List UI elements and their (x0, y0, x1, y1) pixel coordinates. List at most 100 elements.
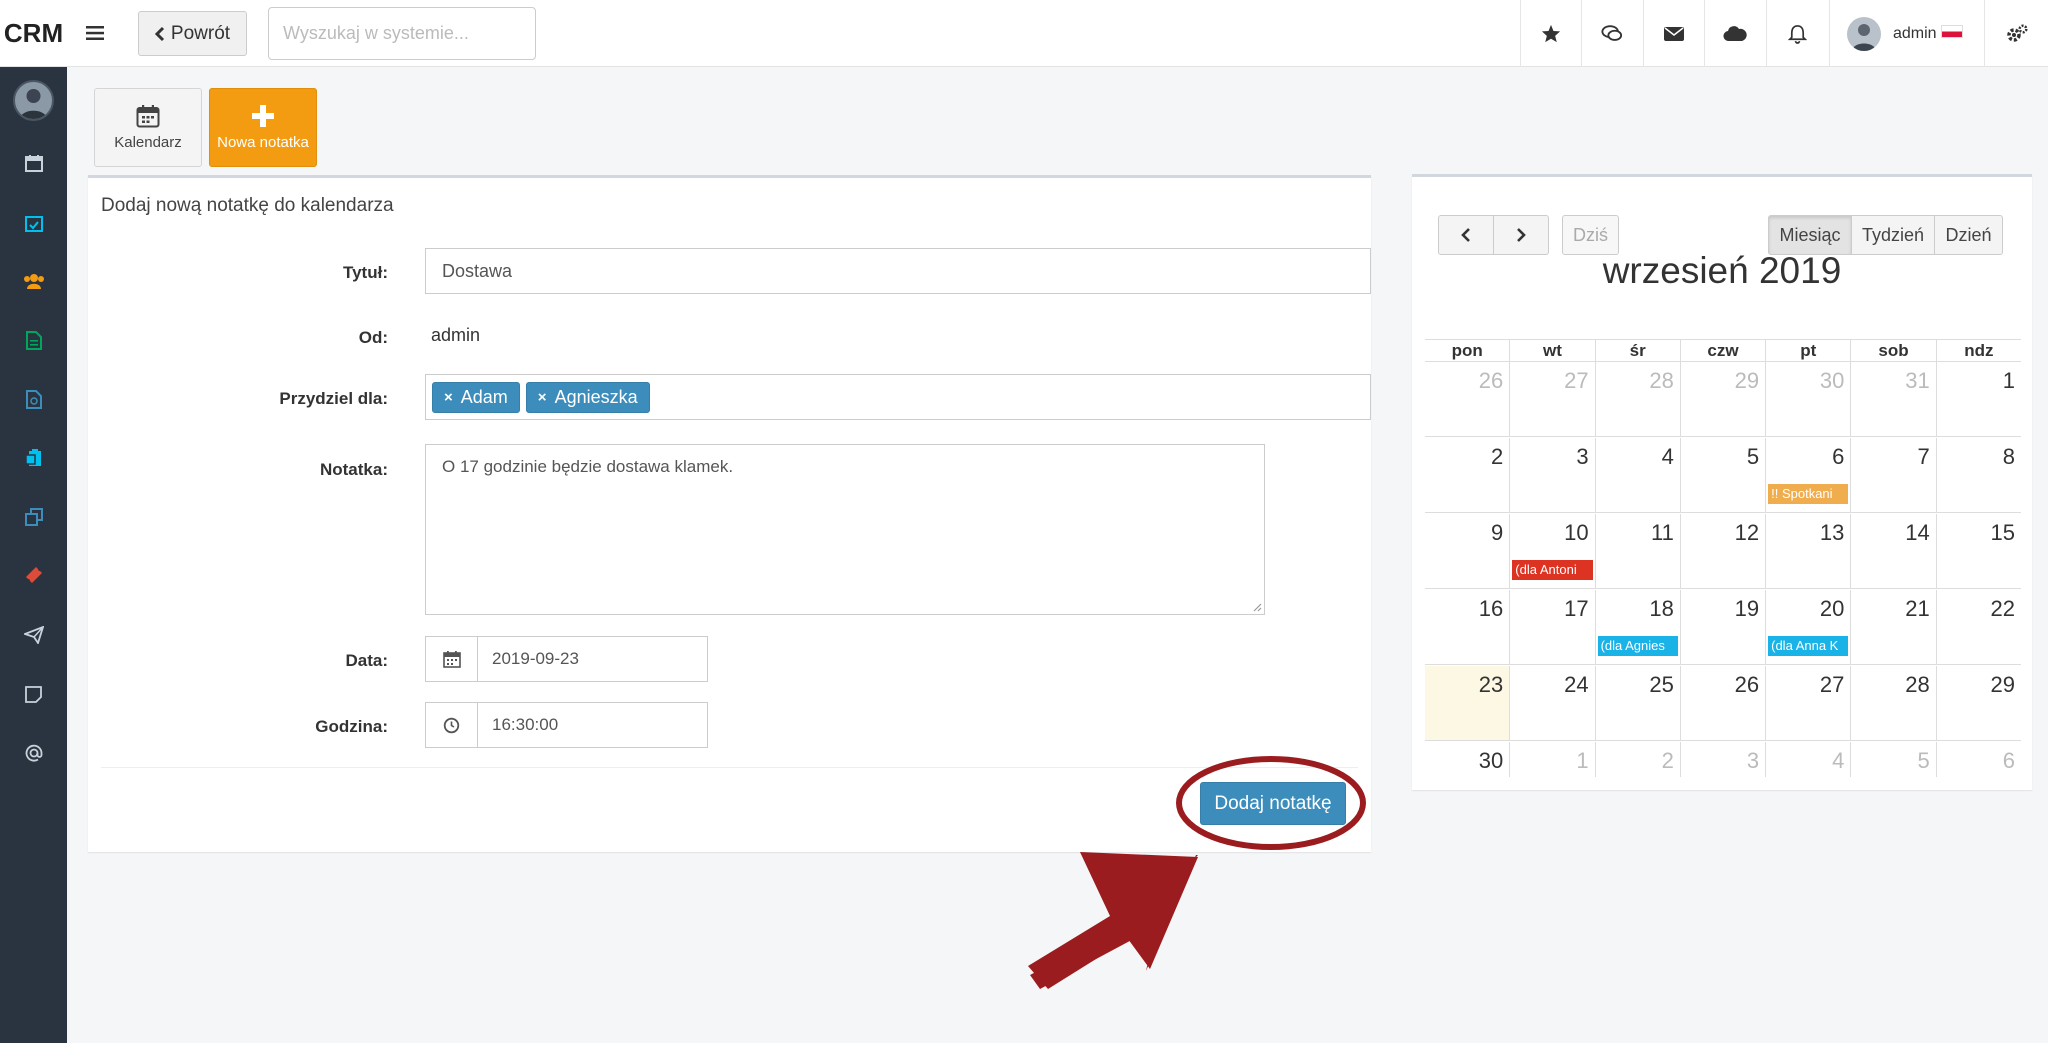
calendar-day[interactable]: 22 (1935, 590, 2021, 664)
calendar-day[interactable]: 2 (1594, 742, 1680, 777)
sidebar-clipboard-icon[interactable] (0, 435, 67, 479)
date-field[interactable]: 2019-09-23 (478, 637, 707, 681)
calendar-day[interactable]: 7 (1850, 438, 1935, 512)
sidebar-copy-icon[interactable] (0, 495, 67, 539)
calendar-day[interactable]: 13 (1765, 514, 1850, 588)
calendar-day[interactable]: 20 (dla Anna K (1765, 590, 1850, 664)
calendar-day[interactable]: 9 (1425, 514, 1509, 588)
calendar-day[interactable]: 29 (1679, 362, 1765, 436)
sidebar-calendar-icon[interactable] (0, 141, 67, 185)
time-field[interactable]: 16:30:00 (478, 703, 707, 747)
today-button[interactable]: Dziś (1562, 215, 1619, 255)
pointer-arrow-icon (1030, 855, 1198, 989)
calendar-day[interactable]: 6 (1935, 742, 2021, 777)
back-button[interactable]: Powrót (138, 11, 247, 56)
calendar-day[interactable]: 12 (1679, 514, 1765, 588)
sidebar-calendar-check-icon[interactable] (0, 201, 67, 245)
envelope-icon[interactable] (1643, 0, 1704, 67)
chat-icon[interactable] (1581, 0, 1642, 67)
calendar-day[interactable]: 8 (1935, 438, 2021, 512)
resize-handle-icon[interactable] (1252, 602, 1262, 612)
new-note-tile-button[interactable]: Nowa notatka (209, 88, 317, 167)
calendar-day[interactable]: 18 (dla Agnies (1594, 590, 1680, 664)
calendar-day[interactable]: 25 (1594, 666, 1680, 740)
calendar-day[interactable]: 19 (1679, 590, 1765, 664)
day-number: 22 (1990, 596, 2015, 621)
prev-month-button[interactable] (1438, 215, 1494, 255)
tag-remove-icon[interactable]: × (444, 389, 453, 406)
calendar-day[interactable]: 17 (1509, 590, 1594, 664)
calendar-day[interactable]: 28 (1594, 362, 1680, 436)
calendar-day[interactable]: 5 (1679, 438, 1765, 512)
calendar-day[interactable]: 1 (1935, 362, 2021, 436)
day-number: 15 (1990, 520, 2015, 545)
sidebar-document-icon[interactable] (0, 318, 67, 362)
search-input[interactable] (268, 7, 536, 60)
calendar-tile-button[interactable]: Kalendarz (94, 88, 202, 167)
calendar-day[interactable]: 3 (1679, 742, 1765, 777)
calendar-day[interactable]: 4 (1594, 438, 1680, 512)
sidebar-ticket-icon[interactable] (0, 553, 67, 597)
sidebar-note-icon[interactable] (0, 672, 67, 716)
weekday-header: ndz (1935, 340, 2021, 361)
calendar-day[interactable]: 15 (1935, 514, 2021, 588)
calendar-day[interactable]: 27 (1765, 666, 1850, 740)
title-input[interactable]: Dostawa (425, 248, 1371, 294)
calendar-day[interactable]: 29 (1935, 666, 2021, 740)
calendar-day[interactable]: 4 (1765, 742, 1850, 777)
calendar-day[interactable]: 5 (1850, 742, 1935, 777)
calendar-day[interactable]: 26 (1679, 666, 1765, 740)
calendar-day[interactable]: 26 (1425, 362, 1509, 436)
view-day-button[interactable]: Dzień (1934, 215, 2003, 255)
assignee-tag[interactable]: × Agnieszka (525, 381, 650, 413)
view-month-button[interactable]: Miesiąc (1768, 215, 1852, 255)
calendar-day[interactable]: 24 (1509, 666, 1594, 740)
calendar-event[interactable]: (dla Agnies (1597, 636, 1678, 656)
day-number: 6 (2002, 748, 2015, 773)
day-number: 12 (1734, 520, 1760, 545)
time-input-group[interactable]: 16:30:00 (425, 702, 708, 748)
calendar-day[interactable]: 27 (1509, 362, 1594, 436)
calendar-day[interactable]: 3 (1509, 438, 1594, 512)
assignee-tag[interactable]: × Adam (432, 381, 520, 413)
settings-gears-icon[interactable] (1984, 0, 2048, 67)
calendar-day[interactable]: 30 (1765, 362, 1850, 436)
cloud-icon[interactable] (1704, 0, 1765, 67)
sidebar-avatar[interactable] (13, 80, 54, 121)
calendar-day[interactable]: 28 (1850, 666, 1935, 740)
calendar-day[interactable]: 6 !! Spotkani (1765, 438, 1850, 512)
app-logo[interactable]: CRM (0, 0, 67, 67)
calendar-day[interactable]: 11 (1594, 514, 1680, 588)
sidebar-at-icon[interactable] (0, 731, 67, 775)
bell-icon[interactable] (1766, 0, 1827, 67)
user-menu[interactable]: admin (1829, 0, 1984, 67)
calendar-day[interactable]: 30 (1425, 742, 1509, 777)
tag-remove-icon[interactable]: × (538, 389, 547, 406)
add-note-submit-button[interactable]: Dodaj notatkę (1200, 782, 1346, 825)
next-month-button[interactable] (1493, 215, 1549, 255)
calendar-day[interactable]: 2 (1425, 438, 1509, 512)
sidebar-pdf-icon[interactable] (0, 377, 67, 421)
assign-multiselect[interactable]: × Adam × Agnieszka (425, 374, 1371, 420)
sidebar-paper-plane-icon[interactable] (0, 613, 67, 657)
calendar-day[interactable]: 31 (1850, 362, 1935, 436)
menu-toggle-icon[interactable] (82, 20, 108, 46)
calendar-day[interactable]: 21 (1850, 590, 1935, 664)
calendar-event[interactable]: !! Spotkani (1768, 484, 1849, 504)
calendar-icon[interactable] (426, 637, 478, 681)
favorites-star-icon[interactable] (1520, 0, 1581, 67)
calendar-event[interactable]: (dla Anna K (1768, 636, 1849, 656)
date-input-group[interactable]: 2019-09-23 (425, 636, 708, 682)
day-number: 23 (1478, 672, 1504, 697)
note-textarea[interactable]: O 17 godzinie będzie dostawa klamek. (425, 444, 1265, 615)
calendar-day[interactable]: 16 (1425, 590, 1509, 664)
sidebar-users-icon[interactable] (0, 259, 67, 303)
calendar-event[interactable]: (dla Antoni (1512, 560, 1593, 580)
clock-icon[interactable] (426, 703, 478, 747)
calendar-day[interactable]: 1 (1509, 742, 1594, 777)
day-number: 28 (1905, 672, 1930, 697)
calendar-day-today[interactable]: 23 (1425, 666, 1510, 740)
calendar-day[interactable]: 14 (1850, 514, 1935, 588)
calendar-day[interactable]: 10 (dla Antoni (1509, 514, 1594, 588)
view-week-button[interactable]: Tydzień (1851, 215, 1935, 255)
